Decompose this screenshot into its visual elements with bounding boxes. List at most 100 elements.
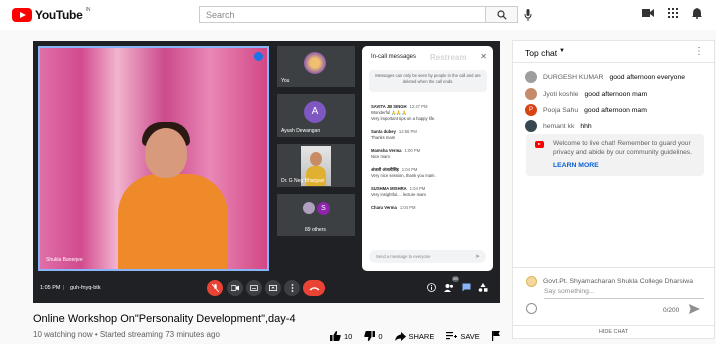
message-time: 1:04 PM (399, 205, 416, 210)
chat-message: Jyoti koshle good afternoon mam (525, 88, 647, 100)
youtube-icon (535, 141, 544, 148)
more-vertical-icon (291, 284, 293, 292)
youtube-wordmark: YouTube (35, 8, 83, 22)
report-button[interactable] (491, 331, 500, 341)
welcome-text: Welcome to live chat! Remember to guard … (553, 140, 692, 156)
more-options-button[interactable] (284, 280, 300, 296)
search-button[interactable] (486, 6, 518, 23)
share-arrow-icon (394, 331, 406, 341)
author-name[interactable]: Pooja Sahu (543, 107, 578, 114)
learn-more-link[interactable]: LEARN MORE (553, 162, 599, 169)
main-speaker-tile: Shukla Banerjee (38, 46, 269, 271)
chat-input[interactable]: Say something... (544, 288, 595, 295)
dislike-button[interactable]: 0 (364, 331, 383, 341)
meeting-details-button[interactable] (426, 282, 436, 292)
author-name[interactable]: hemant kk (543, 123, 574, 130)
in-call-message-list: SAVITA JB SINGH 12:47 PM Wonderful 🙏🙏🙏 Very… (371, 104, 489, 218)
message-sender: Charu Verma (371, 205, 397, 210)
author-avatar[interactable]: P (525, 104, 537, 116)
emoji-icon[interactable] (526, 303, 537, 314)
activities-shapes-icon (478, 282, 488, 292)
message-time: 1:04 PM (401, 167, 418, 172)
people-icon (444, 283, 453, 292)
share-button[interactable]: SHARE (394, 331, 435, 341)
character-count: 0/200 (663, 307, 680, 314)
participant-name: Dr. G Neg Bhargavi (281, 178, 325, 184)
present-screen-icon (269, 285, 277, 291)
mic-off-icon (211, 284, 219, 292)
share-label: SHARE (408, 331, 435, 341)
author-name[interactable]: Jyoti koshle (543, 91, 579, 98)
video-title: Online Workshop On"Personality Developme… (33, 313, 296, 325)
people-button[interactable] (444, 282, 454, 292)
in-call-message: SAVITA JB SINGH 12:47 PM Wonderful 🙏🙏🙏 Very… (371, 104, 489, 122)
masthead: YouTube IN Search (0, 0, 716, 30)
live-chat-header: Top chat ▼ ⋮ (513, 41, 714, 63)
message-sender: अंजली अंजलीसिंह (371, 167, 399, 172)
message-text: good afternoon mam (584, 106, 647, 114)
author-avatar[interactable] (525, 120, 537, 132)
camera-button[interactable] (227, 280, 243, 296)
message-text: good afternoon mam (584, 90, 648, 98)
message-text: Very insightful.... lecture mam (371, 192, 426, 197)
video-meta: 10 watching now • Started streaming 73 m… (33, 330, 220, 339)
in-call-message: SUSHMA MISHRA 1:04 PM Very insightful.... … (371, 186, 489, 198)
live-chat-panel: Top chat ▼ ⋮ DURGESH KUMAR good afternoon… (512, 40, 715, 339)
message-time: 1:00 PM (404, 148, 421, 153)
in-call-message: अंजली अंजलीसिंह 1:04 PM Very nice session,… (371, 167, 489, 179)
create-video-icon[interactable] (642, 8, 654, 18)
captions-button[interactable] (246, 280, 262, 296)
activities-button[interactable] (478, 282, 488, 292)
message-sender: SUSHMA MISHRA (371, 186, 407, 191)
author-avatar[interactable] (525, 88, 537, 100)
close-icon[interactable]: ✕ (480, 52, 487, 61)
present-button[interactable] (265, 280, 281, 296)
welcome-banner: Welcome to live chat! Remember to guard … (526, 134, 704, 176)
message-sender: SAVITA JB SINGH (371, 104, 407, 109)
participant-tile-bhargavi: Dr. G Neg Bhargavi (277, 144, 355, 187)
participant-tile-ayush: A Ayush Dewangan (277, 94, 355, 137)
notifications-icon[interactable] (692, 8, 702, 19)
chat-mode-selector[interactable]: Top chat (525, 48, 557, 58)
panel-title: In-call messages (371, 54, 417, 60)
dislike-count: 0 (378, 331, 383, 341)
participant-count-badge: 89 (452, 276, 459, 282)
in-call-message: Charu Verma 1:04 PM (371, 205, 489, 211)
like-count: 10 (344, 331, 353, 341)
message-text: good afternoon everyone (609, 73, 686, 81)
save-button[interactable]: SAVE (446, 331, 480, 341)
send-message-input[interactable]: Send a message to everyone ➤ (369, 250, 486, 263)
author-name[interactable]: DURGESH KUMAR (543, 74, 603, 81)
apps-grid-icon[interactable] (668, 8, 678, 18)
more-vertical-icon[interactable]: ⋮ (694, 46, 704, 57)
masthead-actions (642, 8, 702, 19)
mic-off-button[interactable] (207, 280, 223, 296)
like-button[interactable]: 10 (330, 331, 352, 341)
voice-search-button[interactable] (524, 8, 532, 26)
search-input[interactable]: Search (199, 6, 486, 23)
input-underline (544, 298, 704, 299)
thumbs-down-icon (364, 331, 376, 341)
search-icon (496, 9, 507, 20)
message-header: Charu Verma 1:04 PM (371, 205, 489, 211)
save-playlist-icon (446, 332, 458, 340)
caret-down-icon[interactable]: ▼ (559, 48, 565, 54)
chat-button[interactable] (461, 282, 471, 292)
message-text: Nice mam (371, 154, 390, 159)
video-player[interactable]: Shukla Banerjee You A Ayush Dewangan Dr.… (33, 41, 500, 303)
author-avatar[interactable] (525, 71, 537, 83)
message-time: 12:56 PM (398, 129, 417, 134)
hide-chat-button[interactable]: HIDE CHAT (513, 325, 714, 335)
send-icon[interactable] (689, 304, 700, 314)
speaker-face (145, 128, 187, 178)
send-icon[interactable]: ➤ (475, 253, 480, 260)
youtube-logo[interactable]: YouTube IN (12, 7, 91, 22)
country-code: IN (85, 7, 91, 13)
leave-call-button[interactable] (303, 280, 325, 296)
chat-message: DURGESH KUMAR good afternoon everyone (525, 71, 685, 83)
save-label: SAVE (460, 331, 480, 341)
message-time: 12:47 PM (409, 104, 428, 109)
participant-photo (303, 202, 315, 214)
chat-message: P Pooja Sahu good afternoon mam (525, 104, 647, 116)
restream-watermark: Restream (430, 53, 467, 62)
